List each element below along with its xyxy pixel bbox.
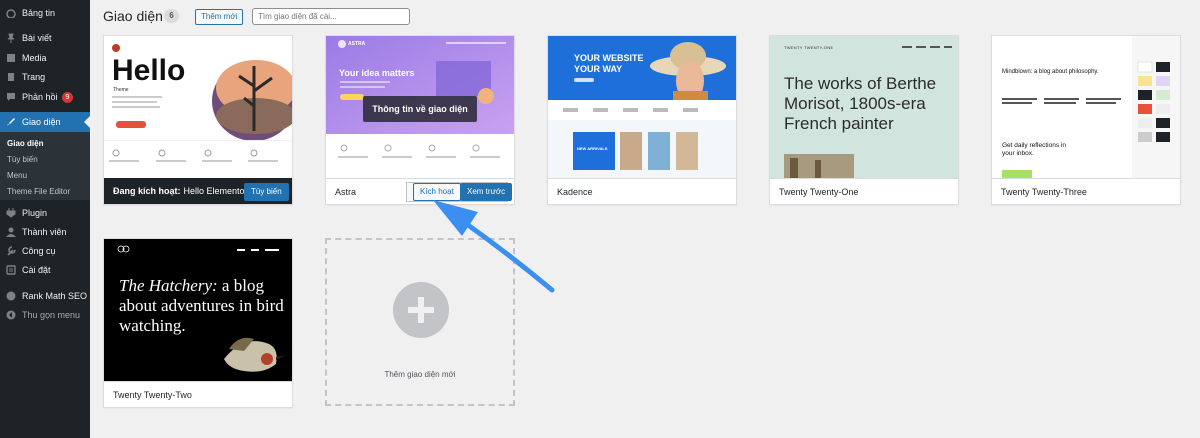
pin-icon	[6, 33, 16, 43]
theme-screenshot: Hello Theme	[104, 36, 292, 178]
theme-card-twenty-twenty-three[interactable]: Mindblown: a blog about philosophy. Get …	[991, 35, 1181, 205]
sidebar-item-pages[interactable]: Trang	[0, 67, 90, 87]
sidebar-item-users[interactable]: Thành viên	[0, 222, 90, 242]
sidebar-item-label: Plugin	[22, 208, 48, 218]
theme-screenshot: Mindblown: a blog about philosophy. Get …	[992, 36, 1180, 178]
sidebar-item-label: Thu gọn menu	[22, 310, 81, 320]
theme-card-kadence[interactable]: YOUR WEBSITE YOUR WAY NEW ARRIVALS Kaden…	[547, 35, 737, 205]
screenshot-headline: The Hatchery: a blog about adventures in…	[119, 276, 284, 336]
add-new-theme-label: Thêm giao diện mới	[384, 370, 456, 379]
sidebar-item-label: Trang	[22, 72, 46, 82]
theme-screenshot: TWENTY TWENTY-ONE The works of Berthe Mo…	[770, 36, 958, 178]
rankmath-icon	[6, 291, 16, 301]
screenshot-headline-line-2: YOUR WAY	[574, 64, 623, 74]
dashboard-icon	[6, 8, 16, 19]
screenshot-badge: NEW ARRIVALS	[577, 146, 608, 151]
sidebar-item-media[interactable]: Media	[0, 48, 90, 68]
theme-name: Astra	[335, 186, 357, 197]
screenshot-headline-italic: The Hatchery:	[119, 276, 218, 295]
theme-name-bar: Kadence	[548, 178, 736, 204]
sidebar-item-comments[interactable]: Phản hồi 9	[0, 87, 90, 107]
theme-card-astra[interactable]: ASTRA Your idea matters Thông tin về gia…	[325, 35, 515, 205]
page-title: Giao diện	[103, 8, 163, 24]
sidebar-item-plugins[interactable]: Plugin	[0, 203, 90, 223]
theme-card-hello-elementor[interactable]: Hello Theme Đang kích hoạt: Hello Elemen…	[103, 35, 293, 205]
theme-name-bar: Twenty Twenty-Three	[992, 178, 1180, 204]
plugin-icon	[6, 208, 16, 218]
add-new-theme-button[interactable]: Thêm mới	[195, 9, 244, 25]
comment-count-badge: 9	[61, 91, 74, 103]
page-icon	[6, 72, 16, 82]
live-preview-button[interactable]: Xem trước	[460, 183, 513, 201]
screenshot-headline: YOUR WEBSITE YOUR WAY	[574, 53, 644, 75]
sidebar-item-label: Thành viên	[22, 227, 67, 237]
theme-name: Kadence	[557, 186, 593, 197]
screenshot-subtext: Get daily reflections in your inbox.	[1002, 142, 1066, 157]
sidebar-item-label: Media	[22, 53, 47, 63]
sidebar-item-label: Cài đặt	[22, 265, 51, 275]
submenu-item-themes[interactable]: Giao diện	[7, 139, 43, 148]
screenshot-headline-line-1: YOUR WEBSITE	[574, 53, 644, 63]
add-new-theme-card[interactable]: Thêm giao diện mới	[325, 238, 515, 406]
theme-card-twenty-twenty-two[interactable]: The Hatchery: a blog about adventures in…	[103, 238, 293, 408]
screenshot-logo: ASTRA	[348, 41, 366, 47]
sidebar-item-rank-math[interactable]: Rank Math SEO	[0, 286, 90, 306]
screenshot-headline: Mindblown: a blog about philosophy.	[1002, 69, 1099, 75]
theme-screenshot: YOUR WEBSITE YOUR WAY NEW ARRIVALS	[548, 36, 736, 178]
sidebar-item-label: Bài viết	[22, 33, 52, 43]
screenshot-headline: Your idea matters	[339, 68, 415, 78]
sidebar-item-appearance[interactable]: Giao diện	[0, 112, 90, 132]
theme-details-overlay[interactable]: Thông tin về giao diện	[363, 96, 477, 122]
sidebar-item-label: Bảng tin	[22, 8, 56, 18]
wrench-icon	[6, 246, 16, 256]
media-icon	[6, 53, 16, 63]
theme-name: Hello Elementor	[183, 186, 248, 196]
sidebar-item-label: Giao diện	[22, 117, 61, 127]
active-indicator	[84, 116, 90, 128]
screenshot-subtitle: Theme	[113, 87, 129, 93]
sidebar-item-label: Phản hồi	[22, 92, 58, 102]
customize-button[interactable]: Tùy biến	[244, 183, 289, 201]
theme-name: Twenty Twenty-One	[779, 186, 859, 197]
brush-icon	[6, 117, 16, 127]
submenu-item-theme-editor[interactable]: Theme File Editor	[7, 187, 70, 196]
screenshot-title: Hello	[112, 54, 186, 87]
sidebar-item-label: Công cụ	[22, 246, 56, 256]
sidebar-item-posts[interactable]: Bài viết	[0, 28, 90, 48]
theme-screenshot: ASTRA Your idea matters Thông tin về gia…	[326, 36, 514, 178]
theme-name: Twenty Twenty-Two	[113, 389, 192, 400]
theme-count-badge: 6	[164, 9, 179, 23]
theme-name-bar: Twenty Twenty-One	[770, 178, 958, 204]
admin-sidebar: Bảng tin Bài viết Media Trang Phản hồi 9…	[0, 0, 90, 438]
screenshot-header: TWENTY TWENTY-ONE	[784, 45, 834, 50]
active-label: Đang kích hoạt:	[113, 186, 181, 196]
activate-button[interactable]: Kích hoạt	[413, 183, 461, 201]
theme-search-input[interactable]	[252, 8, 410, 25]
theme-name: Twenty Twenty-Three	[1001, 186, 1087, 197]
theme-name-bar: Twenty Twenty-Two	[104, 381, 292, 407]
screenshot-headline: The works of Berthe Morisot, 1800s-era F…	[784, 74, 937, 133]
sidebar-item-dashboard[interactable]: Bảng tin	[0, 3, 90, 23]
submenu-item-customize[interactable]: Tùy biến	[7, 155, 38, 164]
sidebar-item-tools[interactable]: Công cụ	[0, 241, 90, 261]
sidebar-item-label: Rank Math SEO	[22, 291, 88, 301]
theme-screenshot: The Hatchery: a blog about adventures in…	[104, 239, 292, 381]
users-icon	[6, 227, 16, 237]
plus-icon	[393, 282, 449, 338]
collapse-menu-button[interactable]: Thu gọn menu	[0, 305, 90, 325]
sidebar-item-settings[interactable]: Cài đặt	[0, 260, 90, 280]
comment-icon	[6, 92, 16, 102]
settings-icon	[6, 265, 16, 275]
collapse-icon	[6, 310, 16, 320]
theme-card-twenty-twenty-one[interactable]: TWENTY TWENTY-ONE The works of Berthe Mo…	[769, 35, 959, 205]
submenu-item-menus[interactable]: Menu	[7, 171, 27, 180]
